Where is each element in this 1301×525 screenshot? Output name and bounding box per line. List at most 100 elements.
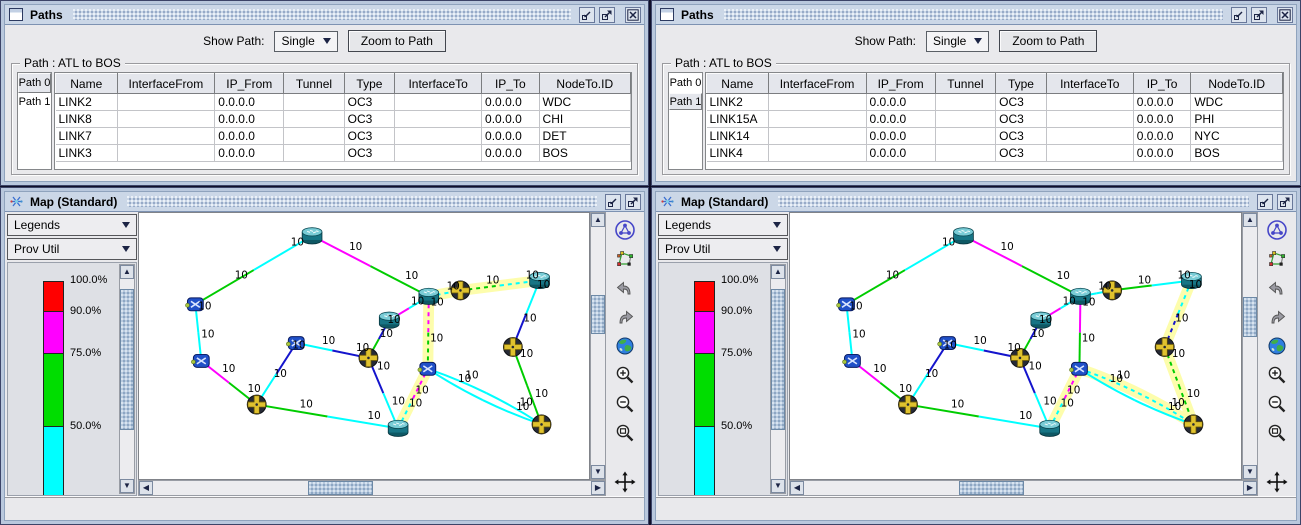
column-header[interactable]: Name bbox=[56, 74, 118, 94]
layout-icon[interactable] bbox=[1265, 247, 1289, 271]
globe-icon[interactable] bbox=[613, 334, 637, 358]
scroll-up-arrow[interactable]: ▲ bbox=[771, 265, 785, 279]
path-list-item[interactable]: Path 1 bbox=[669, 93, 702, 110]
column-header[interactable]: Type bbox=[996, 74, 1047, 94]
scroll-up-arrow[interactable]: ▲ bbox=[591, 213, 605, 227]
zoom-rect-icon[interactable] bbox=[1265, 421, 1289, 445]
column-header[interactable]: IP_To bbox=[482, 74, 540, 94]
column-header[interactable]: InterfaceTo bbox=[395, 74, 482, 94]
column-header[interactable]: InterfaceFrom bbox=[768, 74, 866, 94]
map-link-R1-CHI[interactable] bbox=[963, 236, 1080, 297]
zoom-to-path-button[interactable]: Zoom to Path bbox=[999, 30, 1097, 52]
map-link-DET-BOS[interactable] bbox=[1112, 280, 1191, 290]
scroll-thumb[interactable] bbox=[1243, 297, 1257, 337]
show-path-combo[interactable]: Single bbox=[274, 31, 337, 52]
table-row[interactable]: LINK140.0.0.0OC30.0.0.0NYC bbox=[707, 128, 1283, 145]
column-header[interactable]: NodeTo.ID bbox=[1191, 74, 1283, 94]
scroll-thumb[interactable] bbox=[120, 289, 134, 430]
undo-icon[interactable] bbox=[1265, 276, 1289, 300]
prov-util-combo[interactable]: Prov Util bbox=[658, 238, 788, 260]
column-header[interactable]: IP_To bbox=[1133, 74, 1191, 94]
table-row[interactable]: LINK15A0.0.0.0OC30.0.0.0PHI bbox=[707, 111, 1283, 128]
map-node-ATL[interactable] bbox=[388, 420, 408, 436]
scroll-thumb[interactable] bbox=[771, 289, 785, 430]
prov-util-combo[interactable]: Prov Util bbox=[7, 238, 137, 260]
path-list-item[interactable]: Path 0 bbox=[669, 73, 702, 93]
network-map-canvas[interactable]: 1010101010101010101010101010101010101010… bbox=[790, 213, 1241, 479]
path-list-item[interactable]: Path 1 bbox=[18, 93, 51, 110]
path-list-item[interactable]: Path 0 bbox=[18, 73, 51, 93]
zoom-in-icon[interactable] bbox=[1265, 363, 1289, 387]
redo-icon[interactable] bbox=[613, 305, 637, 329]
zoom-out-icon[interactable] bbox=[613, 392, 637, 416]
zoom-out-icon[interactable] bbox=[1265, 392, 1289, 416]
titlebar[interactable]: Map (Standard) bbox=[5, 192, 644, 212]
scroll-thumb[interactable] bbox=[591, 295, 605, 335]
scroll-up-arrow[interactable]: ▲ bbox=[120, 265, 134, 279]
map-node-ATL[interactable] bbox=[1040, 420, 1060, 436]
table-row[interactable]: LINK20.0.0.0OC30.0.0.0WDC bbox=[707, 94, 1283, 111]
maximize-button[interactable] bbox=[625, 194, 641, 210]
pan-icon[interactable] bbox=[613, 470, 637, 494]
scroll-thumb[interactable] bbox=[959, 481, 1024, 495]
zoom-in-icon[interactable] bbox=[613, 363, 637, 387]
restore-button[interactable] bbox=[1257, 194, 1273, 210]
close-button[interactable] bbox=[1277, 7, 1293, 23]
undo-icon[interactable] bbox=[613, 276, 637, 300]
map-horizontal-scrollbar[interactable]: ◀▶ bbox=[789, 480, 1258, 496]
legends-combo[interactable]: Legends bbox=[658, 214, 788, 236]
zoom-to-path-button[interactable]: Zoom to Path bbox=[348, 30, 446, 52]
scroll-thumb[interactable] bbox=[308, 481, 373, 495]
map-node-R1[interactable] bbox=[954, 228, 974, 244]
legend-scrollbar[interactable]: ▲▼ bbox=[119, 264, 135, 494]
map-viewport[interactable]: 1010101010101010101010101010101010101010… bbox=[789, 212, 1242, 480]
restore-button[interactable] bbox=[605, 194, 621, 210]
map-node-WDC[interactable] bbox=[1070, 362, 1088, 375]
legend-scrollbar[interactable]: ▲▼ bbox=[770, 264, 786, 494]
legends-combo[interactable]: Legends bbox=[7, 214, 137, 236]
scroll-left-arrow[interactable]: ◀ bbox=[139, 481, 153, 495]
column-header[interactable]: Tunnel bbox=[935, 74, 995, 94]
map-viewport[interactable]: 1010101010101010101010101010101010101010… bbox=[138, 212, 590, 480]
titlebar[interactable]: Paths bbox=[656, 5, 1296, 25]
map-link-R1-CHI[interactable] bbox=[312, 236, 429, 297]
table-row[interactable]: LINK30.0.0.0OC30.0.0.0BOS bbox=[56, 145, 631, 162]
column-header[interactable]: IP_From bbox=[866, 74, 935, 94]
scroll-right-arrow[interactable]: ▶ bbox=[591, 481, 605, 495]
map-vertical-scrollbar[interactable]: ▲▼ bbox=[1242, 212, 1258, 480]
maximize-button[interactable] bbox=[1251, 7, 1267, 23]
column-header[interactable]: NodeTo.ID bbox=[539, 74, 630, 94]
globe-icon[interactable] bbox=[1265, 334, 1289, 358]
map-node-X1[interactable] bbox=[247, 395, 266, 414]
table-row[interactable]: LINK80.0.0.0OC30.0.0.0CHI bbox=[56, 111, 631, 128]
redo-icon[interactable] bbox=[1265, 305, 1289, 329]
network-map-canvas[interactable]: 1010101010101010101010101010101010101010… bbox=[139, 213, 589, 479]
scroll-left-arrow[interactable]: ◀ bbox=[790, 481, 804, 495]
column-header[interactable]: InterfaceFrom bbox=[117, 74, 215, 94]
restore-button[interactable] bbox=[579, 7, 595, 23]
table-row[interactable]: LINK70.0.0.0OC30.0.0.0DET bbox=[56, 128, 631, 145]
layout-icon[interactable] bbox=[613, 247, 637, 271]
close-button[interactable] bbox=[625, 7, 641, 23]
scroll-down-arrow[interactable]: ▼ bbox=[1243, 465, 1257, 479]
table-row[interactable]: LINK40.0.0.0OC30.0.0.0BOS bbox=[707, 145, 1283, 162]
maximize-button[interactable] bbox=[1277, 194, 1293, 210]
scroll-down-arrow[interactable]: ▼ bbox=[591, 465, 605, 479]
map-node-R3[interactable] bbox=[191, 354, 209, 367]
restore-button[interactable] bbox=[1231, 7, 1247, 23]
maximize-button[interactable] bbox=[599, 7, 615, 23]
table-row[interactable]: LINK20.0.0.0OC30.0.0.0WDC bbox=[56, 94, 631, 111]
topology-icon[interactable] bbox=[613, 218, 637, 242]
column-header[interactable]: InterfaceTo bbox=[1046, 74, 1133, 94]
show-path-combo[interactable]: Single bbox=[926, 31, 989, 52]
column-header[interactable]: IP_From bbox=[215, 74, 284, 94]
map-node-PHI[interactable] bbox=[532, 415, 551, 434]
titlebar[interactable]: Paths bbox=[5, 5, 644, 25]
map-node-PHI[interactable] bbox=[1184, 415, 1203, 434]
map-link-WDC-CHI[interactable] bbox=[1079, 296, 1080, 368]
column-header[interactable]: Name bbox=[707, 74, 769, 94]
scroll-down-arrow[interactable]: ▼ bbox=[771, 479, 785, 493]
map-node-R1[interactable] bbox=[302, 228, 322, 244]
map-node-X1[interactable] bbox=[899, 395, 918, 414]
scroll-down-arrow[interactable]: ▼ bbox=[120, 479, 134, 493]
